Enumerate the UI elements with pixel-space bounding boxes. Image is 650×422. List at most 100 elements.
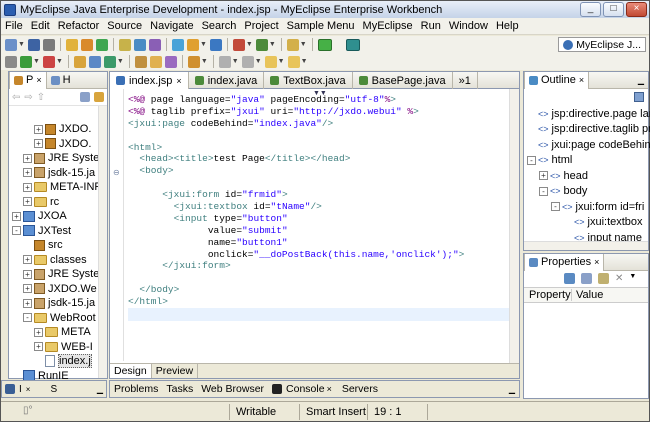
menu-source[interactable]: Source <box>107 20 142 32</box>
menu-run[interactable]: Run <box>421 20 441 32</box>
collapse-icon[interactable]: - <box>539 186 548 196</box>
open-perspective-icon[interactable] <box>286 38 299 51</box>
menu-edit[interactable]: Edit <box>31 20 50 32</box>
next-annotation-icon[interactable] <box>241 55 254 68</box>
debug-icon[interactable] <box>118 38 131 51</box>
tab-design[interactable]: Design <box>110 364 152 378</box>
fold-marker-icon[interactable]: ⊖ <box>113 168 120 177</box>
expand-icon[interactable]: + <box>539 171 548 181</box>
tab-tasks[interactable]: Tasks <box>166 383 193 395</box>
minimize-view-icon[interactable]: ▁ <box>509 385 515 394</box>
back-arrow-icon[interactable]: ⇦ <box>12 92 20 103</box>
tab-web-browser[interactable]: Web Browser <box>201 383 264 395</box>
tree-item[interactable]: + rc <box>12 195 106 210</box>
tree-item[interactable]: + JXOA <box>12 209 106 224</box>
forward-arrow-icon[interactable]: ⇨ <box>24 92 32 103</box>
package-icon[interactable] <box>80 38 93 51</box>
filter-icon[interactable] <box>581 273 592 284</box>
close-icon[interactable]: × <box>594 257 599 267</box>
explorer-scrollbar[interactable] <box>98 106 107 378</box>
code-line[interactable] <box>128 272 464 284</box>
green-window-icon[interactable] <box>317 38 332 51</box>
mini-tab-s[interactable]: S <box>50 384 57 395</box>
expand-icon[interactable]: + <box>23 182 32 192</box>
server-icon[interactable] <box>148 38 161 51</box>
code-line[interactable]: <jxui:form id="frmid"> <box>128 189 464 201</box>
class-icon[interactable] <box>95 38 108 51</box>
editor-tab[interactable]: TextBox.java <box>264 72 353 89</box>
tree-item[interactable]: + JXDO. <box>12 137 106 152</box>
collapse-icon[interactable]: - <box>551 202 560 212</box>
code-line[interactable]: <head><title>test Page</title></head> <box>128 153 464 165</box>
stop-icon[interactable] <box>232 38 245 51</box>
editor-tab[interactable]: »1 <box>453 72 478 89</box>
ejb-icon[interactable] <box>186 38 199 51</box>
col-property[interactable]: Property <box>524 289 572 301</box>
globe-icon[interactable] <box>209 38 222 51</box>
editor-tab[interactable]: index.jsp × <box>110 72 189 89</box>
new-jsp-icon[interactable] <box>88 55 101 68</box>
brush-icon[interactable] <box>149 55 162 68</box>
tree-item[interactable]: src <box>12 238 106 253</box>
code-line[interactable]: <body> <box>128 165 464 177</box>
outline-item[interactable]: - <> html <box>527 153 637 169</box>
outline-item[interactable]: + <> head <box>527 168 637 184</box>
prev-annotation-icon[interactable] <box>218 55 231 68</box>
code-line[interactable]: value="submit" <box>128 225 464 237</box>
new-wizard-icon[interactable] <box>73 55 86 68</box>
code-area[interactable]: <%@ page language="java" pageEncoding="u… <box>128 94 464 308</box>
outline-item[interactable]: - <> jxui:form id=fri <box>527 199 644 215</box>
outline-hscrollbar[interactable] <box>524 241 648 250</box>
expand-icon[interactable]: + <box>34 342 43 352</box>
forward-icon[interactable] <box>287 55 300 68</box>
expand-icon[interactable]: + <box>34 124 43 134</box>
record-icon[interactable] <box>42 55 55 68</box>
expand-icon[interactable]: + <box>34 327 43 337</box>
code-line[interactable] <box>128 130 464 142</box>
expand-icon[interactable]: + <box>23 269 32 279</box>
menu-file[interactable]: File <box>5 20 23 32</box>
expand-icon[interactable]: + <box>23 153 32 163</box>
code-line[interactable]: <html> <box>128 142 464 154</box>
code-line[interactable]: </jxui:form> <box>128 260 464 272</box>
outline-item[interactable]: <> jsp:directive.page lan <box>527 106 650 122</box>
collapse-icon[interactable]: - <box>527 155 536 165</box>
tab-console[interactable]: Console <box>286 383 325 395</box>
outline-item[interactable]: - <> body <box>527 184 637 200</box>
servlet-icon[interactable] <box>255 38 268 51</box>
expand-icon[interactable]: + <box>23 255 32 265</box>
editor-tab[interactable]: BasePage.java <box>353 72 453 89</box>
minimize-view-icon[interactable]: ▁ <box>97 385 103 394</box>
tree-item[interactable]: - WebRoot <box>12 311 106 326</box>
close-icon[interactable]: × <box>579 75 584 85</box>
expand-icon[interactable]: + <box>23 197 32 207</box>
editor-scrollbar[interactable] <box>509 89 519 363</box>
expand-icon[interactable]: + <box>23 284 32 294</box>
close-icon[interactable]: × <box>26 385 31 394</box>
collapse-icon[interactable]: - <box>12 226 21 236</box>
expand-icon[interactable]: + <box>23 168 32 178</box>
restore-default-icon[interactable]: ✕ <box>615 273 623 284</box>
mini-tab-i[interactable]: I <box>19 384 22 395</box>
code-line[interactable]: <%@ taglib prefix="jxui" uri="http://jxd… <box>128 106 464 118</box>
code-line[interactable]: </body> <box>128 284 464 296</box>
outline-item[interactable]: <> jsp:directive.taglib pr <box>527 122 650 138</box>
code-line[interactable] <box>128 177 464 189</box>
save-icon[interactable] <box>27 38 40 51</box>
new-icon[interactable] <box>5 38 17 51</box>
minimize-button[interactable]: _ <box>580 2 601 17</box>
tree-item[interactable]: + JXDO.We <box>12 282 106 297</box>
code-line[interactable]: <jxui:page codeBehind="index.java"/> <box>128 118 464 130</box>
tab-preview[interactable]: Preview <box>152 364 199 378</box>
menu-project[interactable]: Project <box>244 20 278 32</box>
deploy-icon[interactable] <box>133 38 146 51</box>
menu-myeclipse[interactable]: MyEclipse <box>363 20 413 32</box>
code-line[interactable]: name="button1" <box>128 237 464 249</box>
expand-icon[interactable]: + <box>23 298 32 308</box>
tree-item[interactable]: + META <box>12 325 106 340</box>
refresh-icon[interactable] <box>103 55 116 68</box>
menu-help[interactable]: Help <box>496 20 519 32</box>
open-type-icon[interactable] <box>134 55 147 68</box>
code-line[interactable]: </html> <box>128 296 464 308</box>
perspective-switcher[interactable]: MyEclipse J... <box>558 37 646 52</box>
